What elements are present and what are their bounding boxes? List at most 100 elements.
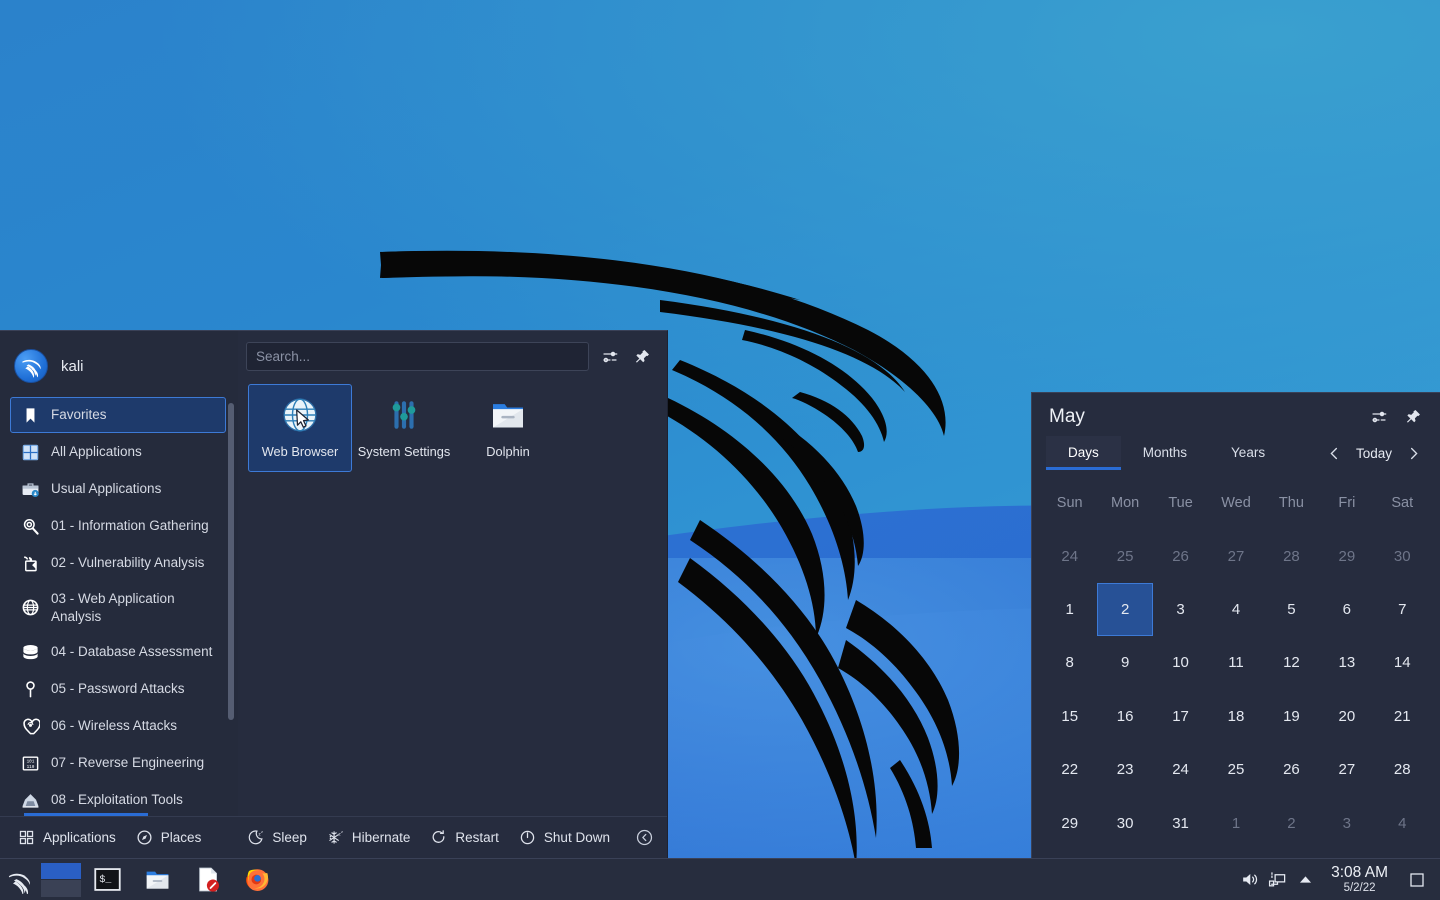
calendar-day[interactable]: 4: [1375, 797, 1430, 850]
pin-icon[interactable]: [631, 346, 653, 368]
pager-desktop-1[interactable]: [41, 863, 81, 880]
calendar-header: May: [1032, 393, 1440, 430]
calendar-day[interactable]: 30: [1097, 797, 1152, 850]
calendar-day[interactable]: 27: [1208, 529, 1263, 582]
previous-month-button[interactable]: [1322, 440, 1348, 466]
volume-icon[interactable]: [1235, 859, 1263, 900]
day-header: Sun: [1042, 476, 1097, 529]
system-tray: 3:08 AM 5/2/22: [1235, 859, 1440, 900]
app-tile-label: Web Browser: [262, 444, 339, 460]
search-input[interactable]: [246, 342, 589, 371]
calendar-day[interactable]: 24: [1042, 529, 1097, 582]
calendar-day[interactable]: 29: [1042, 797, 1097, 850]
sidebar-item-favorites[interactable]: Favorites: [10, 397, 226, 433]
sidebar-item-exploitation-tools[interactable]: 08 - Exploitation Tools: [10, 782, 226, 816]
calendar-day[interactable]: 12: [1264, 636, 1319, 689]
calendar-day[interactable]: 22: [1042, 743, 1097, 796]
calendar-day[interactable]: 3: [1153, 583, 1208, 636]
sidebar-item-reverse-engineering[interactable]: 101 110 07 - Reverse Engineering: [10, 745, 226, 781]
collapse-icon[interactable]: [631, 825, 657, 851]
calendar-day[interactable]: 10: [1153, 636, 1208, 689]
sidebar-scrollbar-thumb[interactable]: [228, 403, 234, 720]
calendar-day[interactable]: 18: [1208, 690, 1263, 743]
footer-button-shut-down[interactable]: Shut Down: [509, 823, 620, 852]
configure-icon[interactable]: [599, 346, 621, 368]
kali-menu-launcher[interactable]: [0, 859, 40, 900]
footer-button-applications[interactable]: Applications: [8, 823, 126, 852]
key-icon: [20, 679, 40, 699]
calendar-day-selected[interactable]: 2: [1097, 583, 1152, 636]
calendar-day[interactable]: 3: [1319, 797, 1374, 850]
show-hidden-icon[interactable]: [1291, 859, 1319, 900]
calendar-day[interactable]: 16: [1097, 690, 1152, 743]
virtual-desktop-pager[interactable]: [40, 859, 82, 900]
calendar-day[interactable]: 14: [1375, 636, 1430, 689]
taskbar-file-manager-icon[interactable]: [132, 859, 182, 900]
app-tile-dolphin[interactable]: Dolphin: [456, 384, 560, 472]
calendar-day[interactable]: 11: [1208, 636, 1263, 689]
sidebar-item-vulnerability-analysis[interactable]: 02 - Vulnerability Analysis: [10, 545, 226, 581]
calendar-day[interactable]: 19: [1264, 690, 1319, 743]
calendar-day[interactable]: 6: [1319, 583, 1374, 636]
network-icon[interactable]: [1263, 859, 1291, 900]
calendar-day[interactable]: 23: [1097, 743, 1152, 796]
calendar-day[interactable]: 8: [1042, 636, 1097, 689]
footer-button-sleep[interactable]: z z Sleep: [237, 823, 317, 852]
wireless-icon: [20, 716, 40, 736]
clock-widget[interactable]: 3:08 AM 5/2/22: [1319, 865, 1400, 893]
calendar-day[interactable]: 1: [1042, 583, 1097, 636]
tab-years[interactable]: Years: [1209, 436, 1287, 470]
sidebar-item-label: 02 - Vulnerability Analysis: [51, 554, 216, 572]
show-desktop-icon[interactable]: [1400, 859, 1434, 900]
today-button[interactable]: Today: [1350, 446, 1398, 461]
tab-days[interactable]: Days: [1046, 436, 1121, 470]
calendar-day[interactable]: 25: [1208, 743, 1263, 796]
taskbar-terminal-icon[interactable]: $_: [82, 859, 132, 900]
footer-button-label: Hibernate: [352, 830, 411, 845]
calendar-day[interactable]: 15: [1042, 690, 1097, 743]
calendar-day[interactable]: 31: [1153, 797, 1208, 850]
calendar-day[interactable]: 29: [1319, 529, 1374, 582]
sidebar-item-web-application-analysis[interactable]: 03 - Web Application Analysis: [10, 582, 226, 633]
sidebar-item-information-gathering[interactable]: 01 - Information Gathering: [10, 508, 226, 544]
calendar-day[interactable]: 26: [1153, 529, 1208, 582]
tab-months[interactable]: Months: [1121, 436, 1209, 470]
sidebar-item-usual-applications[interactable]: Usual Applications: [10, 471, 226, 507]
calendar-day[interactable]: 24: [1153, 743, 1208, 796]
sidebar-item-password-attacks[interactable]: 05 - Password Attacks: [10, 671, 226, 707]
calendar-day[interactable]: 26: [1264, 743, 1319, 796]
taskbar-firefox-icon[interactable]: [232, 859, 282, 900]
footer-button-restart[interactable]: Restart: [420, 823, 509, 852]
sidebar-item-wireless-attacks[interactable]: 06 - Wireless Attacks: [10, 708, 226, 744]
calendar-day[interactable]: 2: [1264, 797, 1319, 850]
next-month-button[interactable]: [1400, 440, 1426, 466]
sidebar-scrollbar[interactable]: [228, 403, 234, 810]
calendar-day[interactable]: 28: [1264, 529, 1319, 582]
menu-footer: Applications Places z z Sleep z z: [0, 816, 667, 858]
footer-button-hibernate[interactable]: z z Hibernate: [317, 823, 421, 852]
user-row[interactable]: kali: [0, 339, 238, 397]
calendar-day[interactable]: 7: [1375, 583, 1430, 636]
pager-desktop-2[interactable]: [41, 880, 81, 897]
app-tile-system-settings[interactable]: System Settings: [352, 384, 456, 472]
configure-icon[interactable]: [1368, 406, 1390, 428]
calendar-day[interactable]: 13: [1319, 636, 1374, 689]
calendar-day[interactable]: 28: [1375, 743, 1430, 796]
calendar-day[interactable]: 17: [1153, 690, 1208, 743]
calendar-day[interactable]: 21: [1375, 690, 1430, 743]
calendar-day[interactable]: 27: [1319, 743, 1374, 796]
calendar-day[interactable]: 9: [1097, 636, 1152, 689]
pin-icon[interactable]: [1402, 406, 1424, 428]
calendar-day[interactable]: 25: [1097, 529, 1152, 582]
calendar-day[interactable]: 4: [1208, 583, 1263, 636]
calendar-day[interactable]: 5: [1264, 583, 1319, 636]
footer-button-places[interactable]: Places: [126, 823, 212, 852]
calendar-day[interactable]: 1: [1208, 797, 1263, 850]
calendar-day[interactable]: 20: [1319, 690, 1374, 743]
sidebar-item-database-assessment[interactable]: 04 - Database Assessment: [10, 634, 226, 670]
sidebar-item-all-applications[interactable]: All Applications: [10, 434, 226, 470]
sidebar-item-label: 08 - Exploitation Tools: [51, 791, 216, 809]
calendar-day[interactable]: 30: [1375, 529, 1430, 582]
app-tile-web-browser[interactable]: Web Browser: [248, 384, 352, 472]
taskbar-text-editor-icon[interactable]: [182, 859, 232, 900]
